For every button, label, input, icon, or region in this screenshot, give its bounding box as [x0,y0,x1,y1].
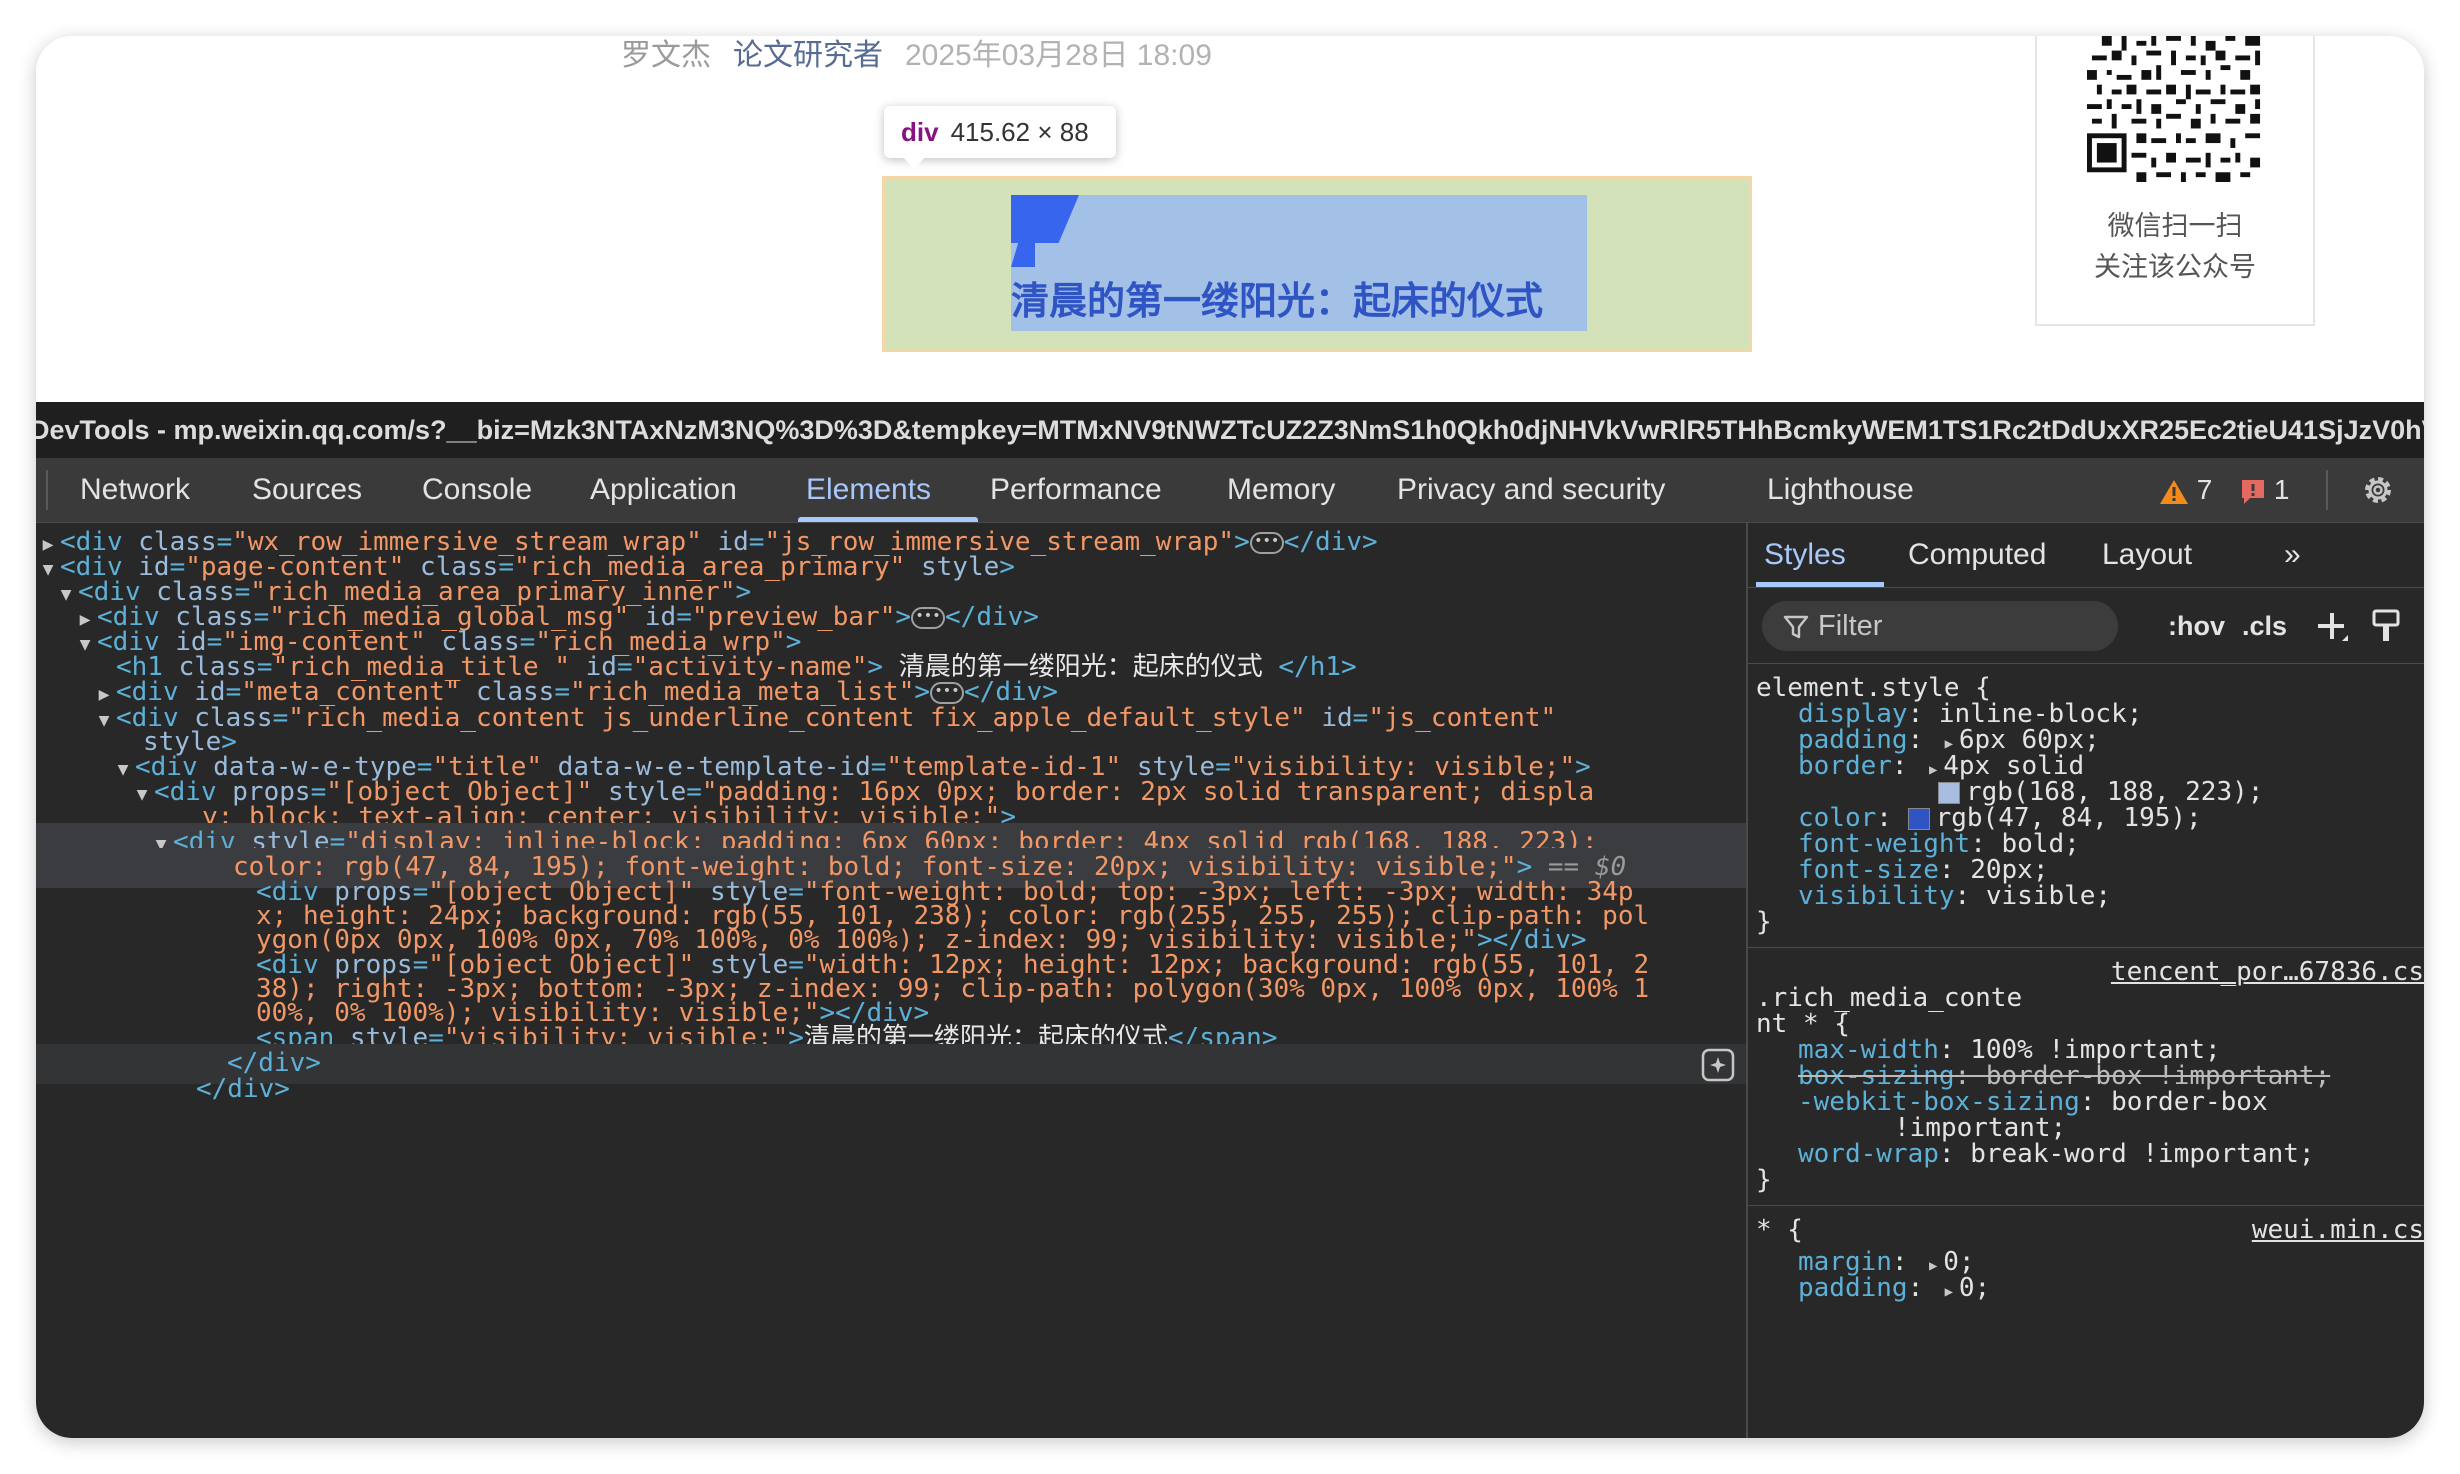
cls-toggle[interactable]: .cls [2242,601,2287,651]
tooltip-arrow [903,157,925,169]
article-title: 清晨的第一缕阳光：起床的仪式 [1011,281,1544,323]
qr-caption-line-2: 关注该公众号 [2094,252,2256,282]
tooltip-dimensions: 415.62 × 88 [950,117,1089,147]
tab-layout[interactable]: Layout [2102,523,2192,587]
issue-count: 1 [2273,474,2290,505]
rule-source-link[interactable]: weui.min.cs [1748,1213,2424,1247]
filter-placeholder: Filter [1818,610,1883,642]
tab-styles[interactable]: Styles [1764,523,1846,587]
tab-lighthouse[interactable]: Lighthouse [1767,458,1914,522]
dom-node-closing[interactable]: </div> [36,1070,1746,1110]
tab-privacy-and-security[interactable]: Privacy and security [1397,458,1665,522]
tab-separator [2326,470,2328,510]
page-viewport: 罗文杰 论文研究者 2025年03月28日 18:09 div 415.62 × 88… [36,36,2424,402]
tab-computed[interactable]: Computed [1908,523,2046,587]
tab-memory[interactable]: Memory [1227,458,1335,522]
tab-performance[interactable]: Performance [990,458,1162,522]
tooltip-tag: div [901,117,939,147]
tab-sources[interactable]: Sources [252,458,362,522]
issue-flag-icon [2242,479,2265,504]
tab-elements[interactable]: Elements [806,458,931,522]
rule-close-brace: } [1756,907,1772,937]
qr-code-icon [2087,36,2265,182]
rule-close-brace: } [1756,1165,1772,1195]
article-meta: 罗文杰 论文研究者 2025年03月28日 18:09 [621,36,1212,76]
styles-pane: Styles Computed Layout » Filter :hov .cl… [1748,523,2424,1438]
rule-divider [1748,1205,2424,1206]
filter-icon [1783,616,1809,639]
tab-separator [46,470,48,510]
inspect-tooltip: div 415.62 × 88 [884,106,1116,158]
devtools-titlebar: DevTools - mp.weixin.qq.com/s?__biz=Mzk3… [36,402,2424,458]
tab-network[interactable]: Network [80,458,190,522]
styles-filter-input[interactable]: Filter [1762,601,2118,651]
author-name: 罗文杰 [621,39,711,72]
tab-console[interactable]: Console [422,458,532,522]
hov-toggle[interactable]: :hov [2168,601,2225,651]
rule-divider [1748,947,2424,948]
warning-icon [2160,479,2188,504]
active-tab-indicator [798,517,978,522]
style-property[interactable]: padding: ▶ 0; [1798,1271,2424,1305]
paint-brush-icon[interactable] [2368,607,2404,647]
more-tabs-chevron-icon[interactable]: » [2284,523,2301,587]
qr-panel: 微信扫一扫 关注该公众号 [2035,36,2315,326]
elements-tree[interactable]: ▶ <div class="wx_row_immersive_stream_wra… [36,523,1746,1438]
new-rule-plus-icon[interactable] [2312,607,2352,647]
account-link[interactable]: 论文研究者 [733,39,883,72]
warning-count: 7 [2196,474,2213,505]
qr-caption-line-1: 微信扫一扫 [2107,211,2243,241]
publish-time: 2025年03月28日 18:09 [905,39,1212,72]
issues-counter[interactable]: 7 1 [2159,458,2290,522]
browser-window: 罗文杰 论文研究者 2025年03月28日 18:09 div 415.62 × 88… [36,36,2424,1438]
styles-toolbar-divider [1748,663,2424,664]
styles-tabbar: Styles Computed Layout » [1748,523,2424,588]
settings-gear-icon[interactable] [2360,472,2396,508]
devtools-tabbar: Network Sources Console Application Elem… [36,458,2424,523]
tab-application[interactable]: Application [590,458,737,522]
active-subtab-indicator [1756,582,1884,587]
qr-caption: 微信扫一扫 关注该公众号 [2037,206,2313,288]
devtools-window-title: DevTools - mp.weixin.qq.com/s?__biz=Mzk3… [36,415,2424,445]
